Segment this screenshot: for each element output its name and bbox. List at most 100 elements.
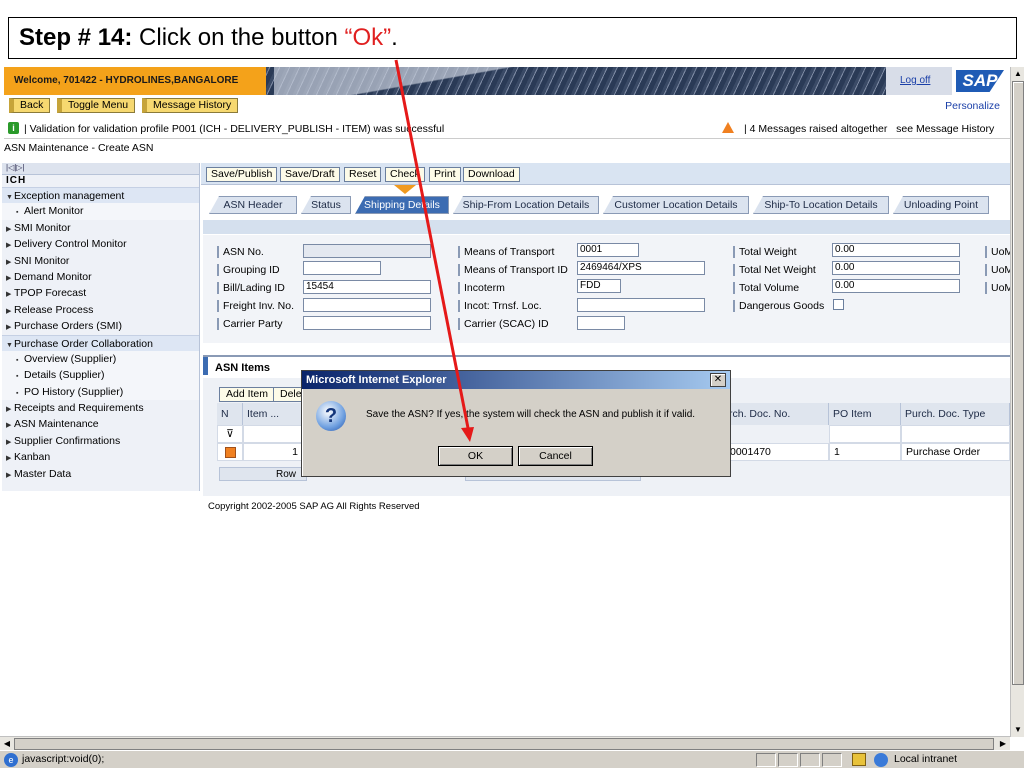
- nav-item-purchase-orders-smi[interactable]: ▶ Purchase Orders (SMI): [2, 318, 199, 334]
- tab-customer-location[interactable]: Customer Location Details: [603, 196, 749, 214]
- incot-loc-field[interactable]: [577, 298, 705, 312]
- personalize-link[interactable]: Personalize: [945, 100, 1000, 112]
- nav-item-label: Delivery Control Monitor: [14, 238, 127, 251]
- detailed-navigation: |◁|▷| ICH ▼Exception management ▪ Alert Mo…: [2, 163, 200, 491]
- nav-item-purchase-order-collaboration[interactable]: ▼Purchase Order Collaboration: [2, 334, 199, 351]
- collapsed-triangle-icon: ▶: [6, 291, 12, 299]
- nav-item-exception-management[interactable]: ▼Exception management: [2, 187, 199, 204]
- dialog-message: Save the ASN? If yes, the system will ch…: [366, 409, 696, 420]
- nav-item-smi-monitor[interactable]: ▶ SMI Monitor: [2, 220, 199, 236]
- vertical-scroll-thumb[interactable]: [1012, 81, 1024, 685]
- total-net-weight-field[interactable]: 0.00: [832, 261, 960, 275]
- download-button[interactable]: Download: [463, 167, 520, 182]
- grouping-id-field[interactable]: [303, 261, 381, 275]
- expanded-triangle-icon: ▼: [6, 194, 13, 201]
- freight-inv-field[interactable]: [303, 298, 431, 312]
- save-publish-button[interactable]: Save/Publish: [206, 167, 278, 182]
- nav-item-overview-supplier[interactable]: ▪ Overview (Supplier): [2, 350, 199, 368]
- row-selector[interactable]: [217, 443, 243, 461]
- nav-item-label: Purchase Orders (SMI): [14, 320, 122, 333]
- info-icon: i: [8, 122, 19, 134]
- toggle-menu-button[interactable]: Toggle Menu: [57, 98, 136, 113]
- cancel-button[interactable]: Cancel: [518, 446, 593, 466]
- nav-item-label: Kanban: [14, 451, 51, 464]
- col-header-purch-doc-type[interactable]: Purch. Doc. Type: [901, 403, 1010, 425]
- nav-item-supplier-confirmations[interactable]: ▶ Supplier Confirmations: [2, 433, 199, 449]
- total-volume-field[interactable]: 0.00: [832, 279, 960, 293]
- horizontal-scrollbar[interactable]: ◀ ▶: [0, 736, 1010, 750]
- back-button[interactable]: Back: [9, 98, 51, 113]
- browser-status-bar: e javascript:void(0); Local intranet: [0, 750, 1024, 768]
- means-transport-id-field[interactable]: 2469464/XPS: [577, 261, 705, 275]
- nav-item-alert-monitor[interactable]: ▪ Alert Monitor: [2, 203, 199, 220]
- tab-status[interactable]: Status: [301, 196, 351, 214]
- nav-header[interactable]: |◁|▷|: [2, 163, 199, 175]
- scroll-right-arrow[interactable]: ▶: [996, 737, 1010, 751]
- filter-icon[interactable]: ⊽: [217, 425, 243, 443]
- col-header-item[interactable]: Item ...: [243, 403, 303, 425]
- ie-page-icon: e: [4, 753, 18, 767]
- nav-item-sni-monitor[interactable]: ▶ SNI Monitor: [2, 253, 199, 269]
- nav-item-label: PO History (Supplier): [24, 385, 124, 398]
- nav-item-po-history-supplier[interactable]: ▪ PO History (Supplier): [2, 383, 199, 401]
- collapsed-triangle-icon: ▶: [6, 438, 12, 446]
- message-history-button[interactable]: Message History: [142, 98, 239, 113]
- dangerous-goods-checkbox[interactable]: [833, 299, 844, 310]
- nav-item-receipts-and-requirements[interactable]: ▶ Receipts and Requirements: [2, 400, 199, 416]
- see-message-history-link[interactable]: see Message History: [896, 123, 994, 135]
- tab-shipping-details[interactable]: Shipping Details: [355, 196, 449, 214]
- collapsed-triangle-icon: ▶: [6, 258, 12, 266]
- means-transport-field[interactable]: 0001: [577, 243, 639, 257]
- col-header-po-item[interactable]: PO Item: [829, 403, 901, 425]
- tab-asn-header[interactable]: ASN Header: [209, 196, 297, 214]
- nav-item-kanban[interactable]: ▶ Kanban: [2, 449, 199, 465]
- add-item-button[interactable]: Add Item: [219, 387, 276, 402]
- nav-item-release-process[interactable]: ▶ Release Process: [2, 302, 199, 318]
- row-po-item: 1: [829, 443, 901, 461]
- filter-cell-type[interactable]: [901, 425, 1010, 443]
- scroll-down-arrow[interactable]: ▼: [1011, 723, 1024, 737]
- filter-cell-po[interactable]: [829, 425, 901, 443]
- warning-icon: [722, 122, 734, 133]
- row-purch-doc-type: Purchase Order: [901, 443, 1010, 461]
- copyright: Copyright 2002-2005 SAP AG All Rights Re…: [208, 501, 420, 512]
- horizontal-scroll-thumb[interactable]: [14, 738, 994, 750]
- scroll-left-arrow[interactable]: ◀: [0, 737, 14, 751]
- check-button[interactable]: Check: [385, 167, 425, 182]
- collapsed-triangle-icon: ▶: [6, 422, 12, 430]
- logoff-link[interactable]: Log off: [900, 75, 930, 86]
- incoterm-field[interactable]: FDD: [577, 279, 621, 293]
- col-header-purch-doc-no[interactable]: rch. Doc. No.: [725, 403, 829, 425]
- tab-ship-from[interactable]: Ship-From Location Details: [453, 196, 599, 214]
- reset-button[interactable]: Reset: [344, 167, 382, 182]
- ok-button[interactable]: OK: [438, 446, 513, 466]
- save-draft-button[interactable]: Save/Draft: [280, 167, 340, 182]
- print-button[interactable]: Print: [429, 167, 461, 182]
- lock-icon: [852, 753, 866, 766]
- collapsed-triangle-icon: ▶: [6, 324, 12, 332]
- nav-item-master-data[interactable]: ▶ Master Data: [2, 466, 199, 482]
- tab-ship-to[interactable]: Ship-To Location Details: [753, 196, 889, 214]
- nav-item-label: Purchase Order Collaboration: [14, 337, 153, 350]
- filter-cell[interactable]: [243, 425, 303, 443]
- collapsed-triangle-icon: ▶: [6, 274, 12, 282]
- vertical-scrollbar[interactable]: ▲ ▼: [1010, 67, 1024, 737]
- nav-item-delivery-control-monitor[interactable]: ▶ Delivery Control Monitor: [2, 236, 199, 252]
- row-pager[interactable]: Row: [219, 467, 307, 481]
- scroll-up-arrow[interactable]: ▲: [1011, 67, 1024, 81]
- portal-toolbar: Back Toggle Menu Message History Persona…: [4, 96, 1010, 116]
- nav-item-details-supplier[interactable]: ▪ Details (Supplier): [2, 367, 199, 384]
- asn-no-label: ASN No.: [217, 246, 264, 258]
- tab-unloading-point[interactable]: Unloading Point: [893, 196, 989, 214]
- carrier-scac-field[interactable]: [577, 316, 625, 330]
- nav-item-tpop-forecast[interactable]: ▶ TPOP Forecast: [2, 285, 199, 301]
- collapsed-triangle-icon: ▶: [6, 406, 12, 414]
- carrier-party-field[interactable]: [303, 316, 431, 330]
- dialog-close-button[interactable]: ✕: [710, 373, 726, 387]
- nav-item-demand-monitor[interactable]: ▶ Demand Monitor: [2, 269, 199, 285]
- asn-no-field[interactable]: [303, 244, 431, 258]
- total-weight-field[interactable]: 0.00: [832, 243, 960, 257]
- bill-lading-field[interactable]: 15454: [303, 280, 431, 294]
- portal-header: Welcome, 701422 - HYDROLINES,BANGALORE L…: [4, 67, 1010, 95]
- nav-item-asn-maintenance[interactable]: ▶ ASN Maintenance: [2, 416, 199, 432]
